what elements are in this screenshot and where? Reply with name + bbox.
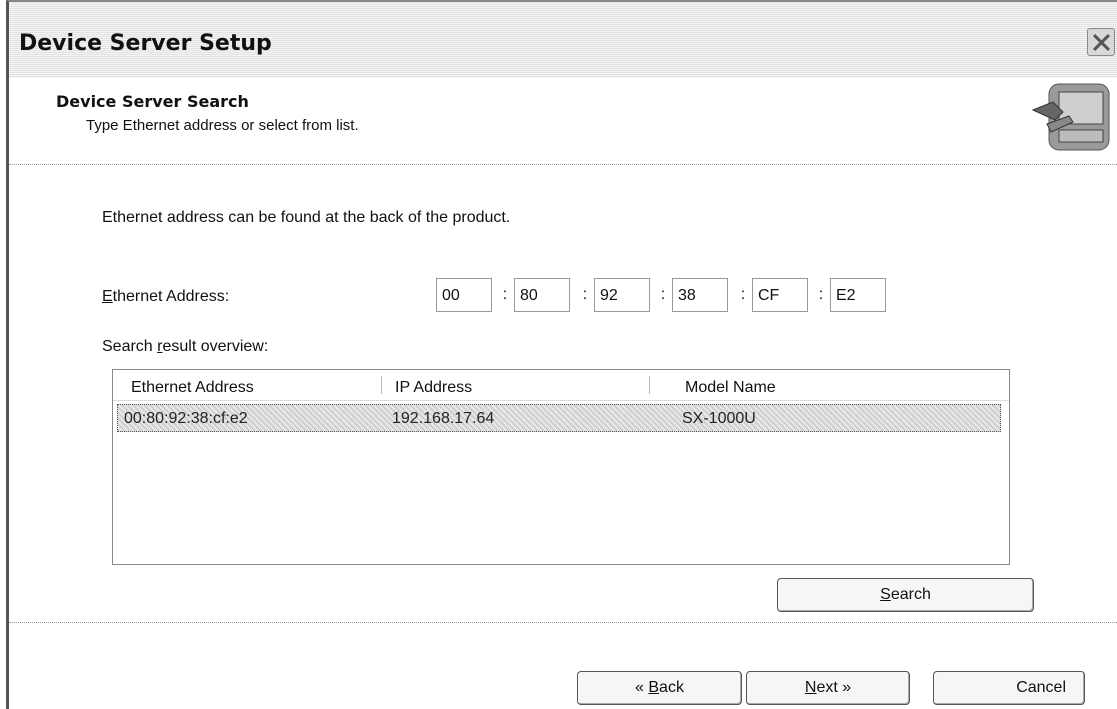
row-model-name: SX-1000U	[682, 410, 756, 427]
search-result-list[interactable]: Ethernet Address IP Address Model Name 0…	[112, 369, 1010, 565]
row-ethernet-address: 00:80:92:38:cf:e2	[124, 410, 248, 427]
next-button[interactable]: Next »	[746, 671, 910, 705]
octet-2-input[interactable]: 80	[514, 278, 570, 312]
column-divider[interactable]	[649, 376, 650, 394]
row-ip-address: 192.168.17.64	[392, 410, 495, 427]
octet-3-input[interactable]: 92	[594, 278, 650, 312]
octet-5-input[interactable]: CF	[752, 278, 808, 312]
title-bar: Device Server Setup	[9, 2, 1117, 79]
back-accel: B	[648, 679, 660, 696]
next-label: ext »	[816, 679, 852, 696]
octet-separator: :	[660, 286, 666, 303]
octet-separator: :	[740, 286, 746, 303]
octet-1-input[interactable]: 00	[436, 278, 492, 312]
main-content: Ethernet address can be found at the bac…	[9, 164, 1117, 709]
search-label: earch	[890, 586, 931, 603]
octet-4-input[interactable]: 38	[672, 278, 728, 312]
window-title: Device Server Setup	[19, 31, 272, 56]
wizard-header: Device Server Search Type Ethernet addre…	[9, 78, 1117, 165]
list-row-selected[interactable]: 00:80:92:38:cf:e2 192.168.17.64 SX-1000U	[117, 404, 1001, 432]
page-subtitle: Type Ethernet address or select from lis…	[86, 117, 359, 134]
setup-window: Device Server Setup Device Server Search…	[6, 0, 1117, 709]
back-prefix: «	[635, 679, 649, 696]
octet-6-input[interactable]: E2	[830, 278, 886, 312]
column-header-ip[interactable]: IP Address	[395, 379, 472, 397]
ethernet-label-accel: E	[102, 288, 113, 305]
next-accel: N	[804, 679, 817, 696]
column-header-model[interactable]: Model Name	[685, 379, 776, 397]
octet-separator: :	[502, 286, 508, 303]
info-text: Ethernet address can be found at the bac…	[102, 209, 511, 226]
search-result-label-pre: Search	[102, 338, 158, 355]
search-button[interactable]: Search	[777, 578, 1034, 612]
octet-separator: :	[818, 286, 824, 303]
footer-divider	[9, 622, 1117, 623]
ethernet-address-label: Ethernet Address:	[102, 288, 229, 306]
search-result-label-post: esult overview:	[162, 338, 269, 355]
column-divider[interactable]	[381, 376, 382, 394]
ethernet-label-text: thernet Address:	[112, 288, 230, 305]
page-title: Device Server Search	[56, 92, 249, 111]
list-header: Ethernet Address IP Address Model Name	[113, 370, 1009, 401]
back-button[interactable]: « Back	[577, 671, 742, 705]
close-icon[interactable]	[1087, 28, 1115, 56]
search-result-label: Search result overview:	[102, 338, 268, 356]
setup-tools-icon	[1031, 83, 1110, 151]
search-accel: S	[880, 586, 891, 603]
back-label: ack	[659, 679, 684, 696]
cancel-button[interactable]: Cancel	[933, 671, 1085, 705]
column-header-ethernet[interactable]: Ethernet Address	[131, 379, 254, 397]
octet-separator: :	[582, 286, 588, 303]
